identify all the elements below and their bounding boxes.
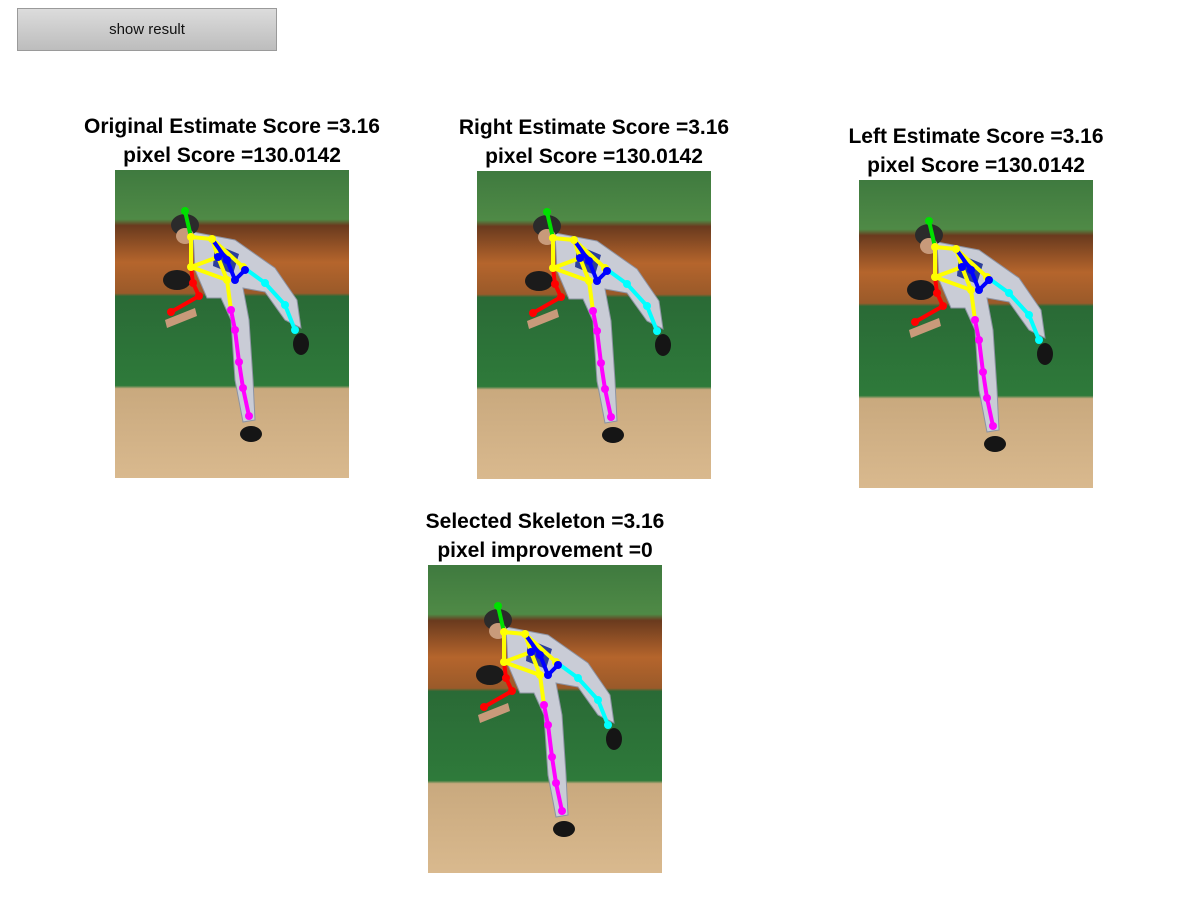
panel-title-line1: Right Estimate Score =3.16 (458, 116, 730, 139)
pose-estimate-image (115, 170, 349, 478)
pose-estimate-image (477, 171, 711, 479)
panel-title-line1: Selected Skeleton =3.16 (425, 510, 665, 533)
panel-title-line1: Original Estimate Score =3.16 (84, 115, 380, 138)
panel-left-estimate: Left Estimate Score =3.16 pixel Score =1… (796, 122, 1156, 488)
figure-window: show result Original Estimate Score =3.1… (0, 0, 1200, 900)
panel-title-line1: Left Estimate Score =3.16 (848, 125, 1104, 148)
panel-title-line2: pixel Score =130.0142 (867, 154, 1085, 177)
panel-title-line2: pixel Score =130.0142 (123, 144, 341, 167)
panel-title-line2: pixel improvement =0 (437, 539, 653, 562)
panel-selected-skeleton: Selected Skeleton =3.16 pixel improvemen… (365, 507, 725, 873)
pose-estimate-image (428, 565, 662, 873)
show-result-button[interactable]: show result (17, 8, 277, 51)
panel-original-estimate: Original Estimate Score =3.16 pixel Scor… (52, 112, 412, 478)
panel-right-estimate: Right Estimate Score =3.16 pixel Score =… (414, 113, 774, 479)
panel-title-line2: pixel Score =130.0142 (485, 145, 703, 168)
pose-estimate-image (859, 180, 1093, 488)
